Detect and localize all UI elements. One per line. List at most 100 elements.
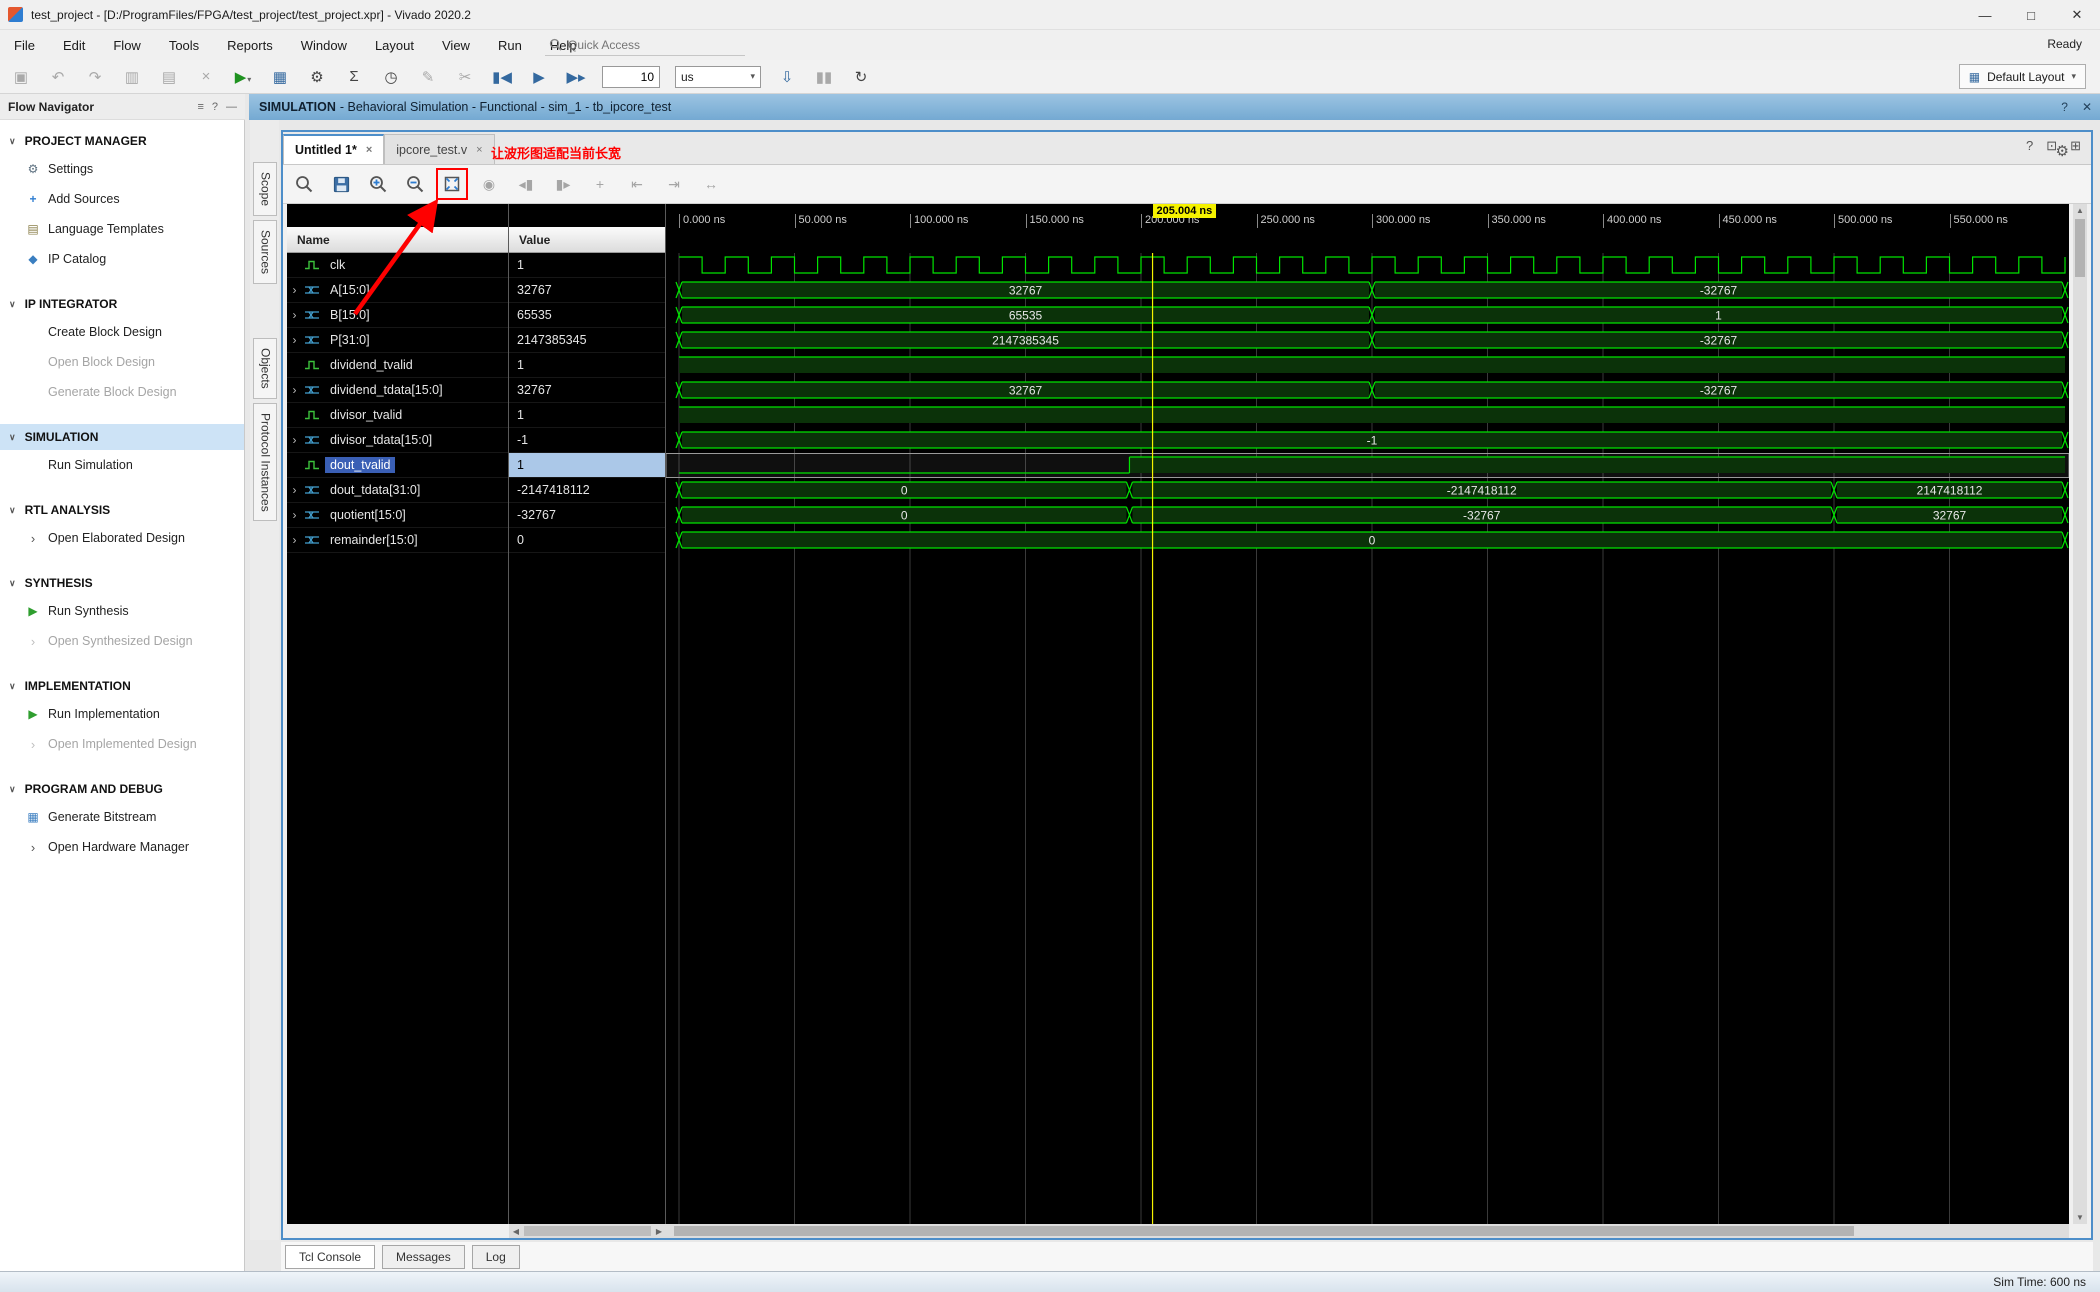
signal-value-dout-tvalid[interactable]: 1 bbox=[509, 453, 666, 478]
find-icon[interactable] bbox=[293, 173, 315, 195]
fn-item-add-sources[interactable]: + Add Sources bbox=[0, 184, 244, 214]
side-tab-protocol-instances[interactable]: Protocol Instances bbox=[252, 402, 277, 522]
quick-access-search[interactable] bbox=[545, 34, 745, 56]
fn-collapse-icon[interactable]: — bbox=[226, 101, 237, 113]
next-transition-icon[interactable]: ▮▸ bbox=[552, 173, 574, 195]
menu-file[interactable]: File bbox=[14, 38, 35, 53]
signal-value-clk[interactable]: 1 bbox=[509, 253, 666, 278]
signal-value-divisor-tvalid[interactable]: 1 bbox=[509, 403, 666, 428]
signal-name-clk[interactable]: clk bbox=[287, 253, 509, 278]
menu-edit[interactable]: Edit bbox=[63, 38, 85, 53]
signal-value-dividend-tdata-15-0[interactable]: 32767 bbox=[509, 378, 666, 403]
expand-icon[interactable]: › bbox=[287, 508, 302, 522]
signal-name-divisor-tdata-15-0[interactable]: › divisor_tdata[15:0] bbox=[287, 428, 509, 453]
scroll-up-icon[interactable]: ▲ bbox=[2073, 204, 2087, 217]
signal-name-dout-tdata-31-0[interactable]: › dout_tdata[31:0] bbox=[287, 478, 509, 503]
menu-layout[interactable]: Layout bbox=[375, 38, 414, 53]
open-hardware-icon[interactable]: ▣ bbox=[10, 68, 32, 86]
wave-vscroll-thumb[interactable] bbox=[2075, 219, 2085, 277]
delete-icon[interactable]: × bbox=[195, 68, 217, 85]
expand-icon[interactable]: › bbox=[287, 533, 302, 547]
zoom-to-cursor-icon[interactable]: ◉ bbox=[478, 173, 500, 195]
fn-item-run-simulation[interactable]: Run Simulation bbox=[0, 450, 244, 480]
value-wave-divider[interactable] bbox=[665, 204, 666, 1224]
undo-icon[interactable]: ↶ bbox=[47, 68, 69, 86]
paste-icon[interactable]: ▤ bbox=[158, 68, 180, 86]
console-tab-tcl-console[interactable]: Tcl Console bbox=[285, 1244, 376, 1269]
expand-icon[interactable]: › bbox=[287, 308, 302, 322]
fn-help-icon[interactable]: ? bbox=[212, 101, 218, 113]
close-icon[interactable]: × bbox=[366, 144, 372, 156]
side-tab-objects[interactable]: Objects bbox=[252, 338, 277, 399]
scroll-left-icon[interactable]: ◀ bbox=[509, 1227, 523, 1236]
signal-name-remainder-15-0[interactable]: › remainder[15:0] bbox=[287, 528, 509, 553]
signal-name-p-31-0[interactable]: › P[31:0] bbox=[287, 328, 509, 353]
probe-icon[interactable]: ✂ bbox=[454, 68, 476, 86]
wave-hscroll-thumb[interactable] bbox=[674, 1226, 1854, 1236]
fn-item-open-hardware-manager[interactable]: › Open Hardware Manager bbox=[0, 832, 244, 862]
expand-icon[interactable]: › bbox=[287, 383, 302, 397]
menu-flow[interactable]: Flow bbox=[113, 38, 140, 53]
menu-window[interactable]: Window bbox=[301, 38, 347, 53]
signal-value-b-15-0[interactable]: 65535 bbox=[509, 303, 666, 328]
fn-section-program-and-debug[interactable]: ∨ PROGRAM AND DEBUG bbox=[0, 776, 244, 802]
signal-name-dout-tvalid[interactable]: dout_tvalid bbox=[287, 453, 509, 478]
zoom-out-icon[interactable] bbox=[404, 173, 426, 195]
value-column-header[interactable]: Value bbox=[509, 233, 550, 247]
break-icon[interactable]: ▮▮ bbox=[813, 68, 835, 86]
fn-item-create-block-design[interactable]: Create Block Design bbox=[0, 317, 244, 347]
fn-section-simulation[interactable]: ∨ SIMULATION bbox=[0, 424, 244, 450]
dashboard-icon[interactable]: ▦ bbox=[269, 68, 291, 86]
fn-item-open-elaborated-design[interactable]: › Open Elaborated Design bbox=[0, 523, 244, 553]
run-icon[interactable]: ▶▾ bbox=[232, 68, 254, 86]
waveform-canvas[interactable]: 32767 -32767 65535 1 2147385345 -32767 32767 -3… bbox=[666, 253, 2069, 1224]
tab-untitled-1[interactable]: Untitled 1* × bbox=[283, 134, 385, 164]
signal-value-divisor-tdata-15-0[interactable]: -1 bbox=[509, 428, 666, 453]
signal-value-remainder-15-0[interactable]: 0 bbox=[509, 528, 666, 553]
redo-icon[interactable]: ↷ bbox=[84, 68, 106, 86]
signal-name-b-15-0[interactable]: › B[15:0] bbox=[287, 303, 509, 328]
time-ruler[interactable]: 205.004 ns 0.000 ns 50.000 ns 100.000 ns 15… bbox=[666, 204, 2069, 253]
scroll-thumb[interactable] bbox=[524, 1226, 651, 1236]
add-marker-icon[interactable]: + bbox=[589, 173, 611, 195]
fn-item-settings[interactable]: ⚙ Settings bbox=[0, 154, 244, 184]
signal-name-dividend-tvalid[interactable]: dividend_tvalid bbox=[287, 353, 509, 378]
report-summary-icon[interactable]: Σ bbox=[343, 68, 365, 85]
signal-value-quotient-15-0[interactable]: -32767 bbox=[509, 503, 666, 528]
console-tab-messages[interactable]: Messages bbox=[382, 1244, 465, 1269]
menu-reports[interactable]: Reports bbox=[227, 38, 273, 53]
close-icon[interactable]: × bbox=[476, 144, 482, 156]
expand-icon[interactable]: › bbox=[287, 283, 302, 297]
save-waveform-icon[interactable] bbox=[330, 173, 352, 195]
restart-simulation-icon[interactable]: ▮◀ bbox=[491, 68, 513, 86]
fn-section-project-manager[interactable]: ∨ PROJECT MANAGER bbox=[0, 128, 244, 154]
banner-close-icon[interactable]: ✕ bbox=[2082, 100, 2092, 114]
run-all-icon[interactable]: ▶ bbox=[528, 68, 550, 86]
fn-section-synthesis[interactable]: ∨ SYNTHESIS bbox=[0, 570, 244, 596]
fn-section-implementation[interactable]: ∨ IMPLEMENTATION bbox=[0, 673, 244, 699]
relaunch-simulation-icon[interactable]: ↻ bbox=[850, 68, 872, 86]
minimize-button[interactable]: — bbox=[1962, 0, 2008, 30]
expand-icon[interactable]: › bbox=[287, 333, 302, 347]
copy-icon[interactable]: ▥ bbox=[121, 68, 143, 86]
signal-value-a-15-0[interactable]: 32767 bbox=[509, 278, 666, 303]
timing-icon[interactable]: ◷ bbox=[380, 68, 402, 86]
zoom-in-icon[interactable] bbox=[367, 173, 389, 195]
tab-ipcore-test-v[interactable]: ipcore_test.v × bbox=[384, 134, 495, 164]
time-unit-select[interactable]: us ▾ bbox=[675, 65, 761, 88]
menu-run[interactable]: Run bbox=[498, 38, 522, 53]
fn-section-rtl-analysis[interactable]: ∨ RTL ANALYSIS bbox=[0, 497, 244, 523]
expand-icon[interactable]: › bbox=[287, 483, 302, 497]
scroll-right-icon[interactable]: ▶ bbox=[652, 1227, 666, 1236]
go-to-last-time-icon[interactable]: ⇥ bbox=[663, 173, 685, 195]
signal-value-dividend-tvalid[interactable]: 1 bbox=[509, 353, 666, 378]
edit-icon[interactable]: ✎ bbox=[417, 68, 439, 86]
name-value-divider[interactable] bbox=[508, 204, 509, 1224]
zoom-fit-icon[interactable] bbox=[436, 168, 468, 200]
step-icon[interactable]: ⇩ bbox=[776, 68, 798, 86]
previous-transition-icon[interactable]: ◂▮ bbox=[515, 173, 537, 195]
layout-selector[interactable]: ▦ Default Layout ▾ bbox=[1958, 64, 2086, 89]
menu-view[interactable]: View bbox=[442, 38, 470, 53]
wave-vertical-scrollbar[interactable]: ▲ ▼ bbox=[2073, 204, 2087, 1224]
settings-icon[interactable]: ⚙ bbox=[306, 68, 328, 86]
